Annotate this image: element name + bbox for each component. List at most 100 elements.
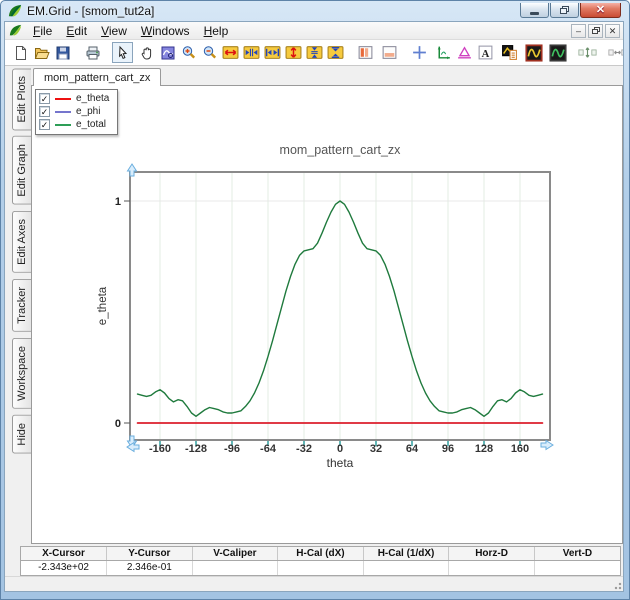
compress-x-button[interactable]	[262, 42, 283, 63]
tab-mom-pattern-cart-zx[interactable]: mom_pattern_cart_zx	[33, 68, 162, 86]
zoom-window-button[interactable]	[157, 42, 178, 63]
save-button[interactable]	[52, 42, 73, 63]
legend-label-e-theta: e_theta	[76, 93, 110, 104]
expand-x-icon	[222, 46, 239, 59]
legend-item-e-total: ✓ e_total	[39, 118, 109, 131]
shrink-x-button[interactable]	[241, 42, 262, 63]
checkbox-e-theta[interactable]: ✓	[39, 93, 50, 104]
restore-icon	[560, 6, 569, 14]
sidebar-tab-edit-axes[interactable]: Edit Axes	[12, 211, 31, 273]
client-area: File Edit View Windows Help – ✕ A mom_pa…	[4, 21, 624, 592]
window-title: EM.Grid - [smom_tut2a]	[27, 4, 155, 18]
pan-tool-button[interactable]	[136, 42, 157, 63]
checkbox-e-phi[interactable]: ✓	[39, 106, 50, 117]
legend-label-e-phi: e_phi	[76, 106, 101, 117]
text-label-button[interactable]: A	[475, 42, 496, 63]
open-file-button[interactable]	[31, 42, 52, 63]
split-vertical-icon	[358, 46, 373, 59]
sidebar-tab-workspace[interactable]: Workspace	[12, 337, 31, 409]
zoom-in-button[interactable]	[178, 42, 199, 63]
value-x-cursor: -2.343e+02	[21, 560, 108, 575]
select-tool-button[interactable]	[112, 42, 133, 63]
legend-item-e-phi: ✓ e_phi	[39, 105, 109, 118]
value-horz-d	[448, 560, 535, 575]
svg-text:-160: -160	[149, 443, 171, 455]
menu-view[interactable]: View	[94, 23, 134, 39]
print-icon	[86, 46, 99, 59]
axes-icon	[437, 46, 450, 60]
plot-canvas[interactable]: -160 -128 -96 -64 -32 0 32 64 96 128 160 0 1 mom_patt…	[32, 86, 626, 549]
svg-text:0: 0	[337, 443, 343, 455]
new-file-button[interactable]	[10, 42, 31, 63]
shrink-y-button[interactable]	[304, 42, 325, 63]
svg-text:1: 1	[115, 196, 121, 208]
split-horizontal-button[interactable]	[379, 42, 400, 63]
menu-file[interactable]: File	[26, 23, 59, 39]
zoom-out-button[interactable]	[199, 42, 220, 63]
save-icon	[56, 46, 69, 59]
compress-y-icon	[327, 46, 344, 59]
split-vertical-button[interactable]	[355, 42, 376, 63]
svg-text:-64: -64	[260, 443, 277, 455]
svg-text:A: A	[482, 49, 490, 60]
child-restore-icon	[591, 27, 600, 35]
child-restore-button[interactable]	[588, 24, 603, 38]
new-file-icon	[15, 45, 26, 60]
crosshair-icon	[413, 46, 426, 59]
plot-style-dark-icon	[524, 43, 543, 62]
child-minimize-button[interactable]: –	[571, 24, 586, 38]
svg-text:mom_pattern_cart_zx: mom_pattern_cart_zx	[280, 143, 402, 157]
value-h-cal-1dx	[363, 560, 450, 575]
sidebar-tab-tracker[interactable]: Tracker	[12, 278, 31, 332]
caliper-button[interactable]	[454, 42, 475, 63]
compress-y-button[interactable]	[325, 42, 346, 63]
sidebar-tab-edit-graph[interactable]: Edit Graph	[12, 136, 31, 206]
axes-tracker-button[interactable]	[433, 42, 454, 63]
expand-x-button[interactable]	[220, 42, 241, 63]
svg-text:64: 64	[406, 443, 419, 455]
fit-horizontal-button[interactable]	[607, 42, 623, 63]
sidebar-tab-hide[interactable]: Hide	[12, 414, 31, 454]
document-logo-icon	[9, 24, 22, 36]
titlebar[interactable]: EM.Grid - [smom_tut2a] ✕	[1, 1, 629, 21]
plot-style-dark-button[interactable]	[523, 42, 544, 63]
split-horizontal-icon	[382, 46, 397, 59]
crosshair-button[interactable]	[409, 42, 430, 63]
svg-text:96: 96	[442, 443, 454, 455]
menu-windows[interactable]: Windows	[134, 23, 197, 39]
plot-legend: ✓ e_theta ✓ e_phi ✓ e_total	[35, 89, 119, 135]
svg-text:-128: -128	[185, 443, 207, 455]
minimize-button[interactable]	[520, 3, 549, 18]
cursor-readout-table: X-Cursor Y-Cursor V-Caliper H-Cal (dX) H…	[20, 546, 621, 576]
svg-text:160: 160	[511, 443, 529, 455]
zoom-in-icon	[182, 45, 195, 58]
menubar: File Edit View Windows Help – ✕	[5, 22, 623, 40]
plot-style-green-icon	[548, 43, 567, 62]
menu-help[interactable]: Help	[197, 23, 236, 39]
overlay-plots-button[interactable]	[499, 42, 520, 63]
sidebar: Edit Plots Edit Graph Edit Axes Tracker …	[5, 66, 31, 544]
value-vert-d	[534, 560, 620, 575]
checkbox-e-total[interactable]: ✓	[39, 119, 50, 130]
expand-y-button[interactable]	[283, 42, 304, 63]
resize-grip[interactable]	[612, 580, 622, 590]
cursor-icon	[118, 45, 127, 59]
close-button[interactable]: ✕	[580, 3, 621, 18]
sidebar-tab-edit-plots[interactable]: Edit Plots	[12, 68, 31, 131]
value-y-cursor: 2.346e-01	[106, 560, 193, 575]
svg-text:32: 32	[370, 443, 382, 455]
legend-item-e-theta: ✓ e_theta	[39, 92, 109, 105]
child-close-button[interactable]: ✕	[605, 24, 620, 38]
menu-edit[interactable]: Edit	[59, 23, 94, 39]
fit-vertical-button[interactable]	[577, 42, 598, 63]
plot-style-green-button[interactable]	[547, 42, 568, 63]
open-folder-icon	[34, 47, 50, 59]
shrink-y-icon	[306, 46, 323, 59]
value-h-cal-dx	[277, 560, 364, 575]
legend-line-e-total	[55, 123, 71, 126]
minimize-icon	[530, 11, 539, 15]
svg-text:theta: theta	[327, 456, 354, 470]
print-button[interactable]	[82, 42, 103, 63]
fit-vertical-icon	[578, 47, 597, 58]
restore-button[interactable]	[550, 3, 579, 18]
